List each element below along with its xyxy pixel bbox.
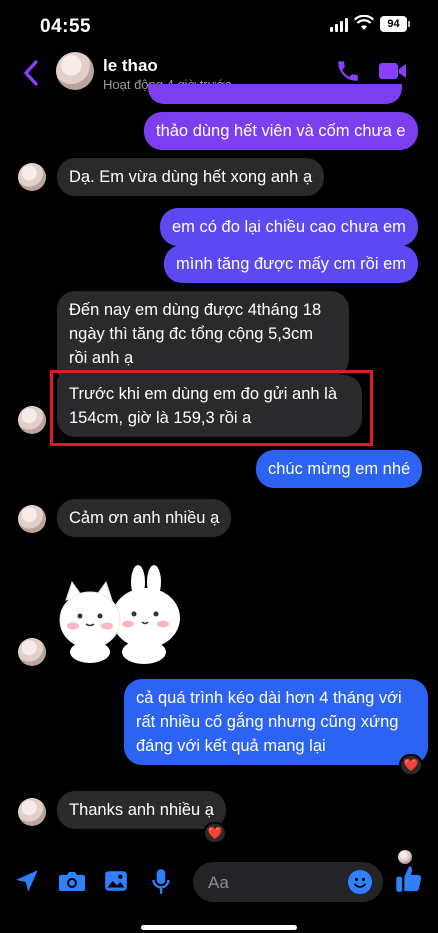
contact-avatar[interactable] bbox=[56, 52, 94, 90]
cat-and-bunny-sticker[interactable] bbox=[58, 564, 182, 664]
home-indicator bbox=[141, 925, 297, 930]
sender-avatar[interactable] bbox=[18, 638, 46, 666]
message-bubble-outgoing[interactable]: cả quá trình kéo dài hơn 4 tháng với rất… bbox=[124, 679, 428, 765]
message-line: cả quá trình kéo dài hơn 4 tháng với bbox=[136, 689, 402, 707]
message-bubble-incoming[interactable]: Dạ. Em vừa dùng hết xong anh ạ bbox=[57, 158, 325, 196]
location-arrow-icon[interactable] bbox=[14, 868, 40, 894]
sender-avatar[interactable] bbox=[18, 505, 46, 533]
video-camera-icon[interactable] bbox=[378, 60, 408, 82]
heart-reaction-icon[interactable]: ❤️ bbox=[399, 754, 423, 776]
message-input[interactable]: Aa bbox=[193, 862, 383, 902]
message-bubble-incoming[interactable]: Đến nay em dùng được 4tháng 18 ngày thì … bbox=[57, 291, 349, 377]
microphone-icon[interactable] bbox=[150, 868, 172, 896]
sender-avatar[interactable] bbox=[18, 798, 46, 826]
phone-icon[interactable] bbox=[335, 58, 361, 84]
emoji-icon[interactable] bbox=[348, 870, 372, 894]
message-bubble-incoming[interactable]: Thanks anh nhiều ạ bbox=[57, 791, 226, 829]
message-bubble-outgoing[interactable]: mình tăng được mấy cm rồi em bbox=[164, 245, 419, 283]
message-line: ngày thì tăng đc tổng cộng 5,3cm bbox=[69, 325, 313, 343]
back-chevron-icon[interactable] bbox=[20, 58, 42, 88]
status-bar: 04:55 94 bbox=[0, 0, 438, 50]
battery-icon: 94 bbox=[380, 16, 410, 32]
message-line: Đến nay em dùng được 4tháng 18 bbox=[69, 301, 322, 319]
thumbs-up-icon[interactable] bbox=[395, 864, 423, 894]
sender-avatar[interactable] bbox=[18, 406, 46, 434]
message-bubble-partial bbox=[148, 84, 402, 104]
message-bubble-incoming[interactable]: Cảm ơn anh nhiều ạ bbox=[57, 499, 232, 537]
message-line: rồi anh ạ bbox=[69, 349, 134, 367]
message-bubble-outgoing[interactable]: thảo dùng hết viên và cốm chưa e bbox=[144, 112, 418, 150]
contact-name[interactable]: le thao bbox=[103, 56, 158, 76]
camera-icon[interactable] bbox=[58, 868, 86, 894]
battery-level: 94 bbox=[387, 18, 400, 30]
image-icon[interactable] bbox=[103, 868, 129, 894]
cellular-signal-icon bbox=[330, 18, 348, 32]
message-line: rất nhiều cố gắng nhưng cũng xứng bbox=[136, 713, 399, 731]
wifi-icon bbox=[354, 15, 374, 30]
status-time: 04:55 bbox=[40, 16, 92, 37]
sender-avatar[interactable] bbox=[18, 163, 46, 191]
message-bubble-outgoing[interactable]: chúc mừng em nhé bbox=[256, 450, 423, 488]
heart-reaction-icon[interactable]: ❤️ bbox=[203, 822, 227, 844]
message-bubble-outgoing[interactable]: em có đo lại chiều cao chưa em bbox=[160, 208, 418, 246]
highlight-box bbox=[50, 370, 373, 446]
message-line: đáng với kết quả mang lại bbox=[136, 737, 326, 755]
message-input-placeholder: Aa bbox=[208, 873, 229, 892]
message-composer: Aa bbox=[0, 852, 438, 912]
